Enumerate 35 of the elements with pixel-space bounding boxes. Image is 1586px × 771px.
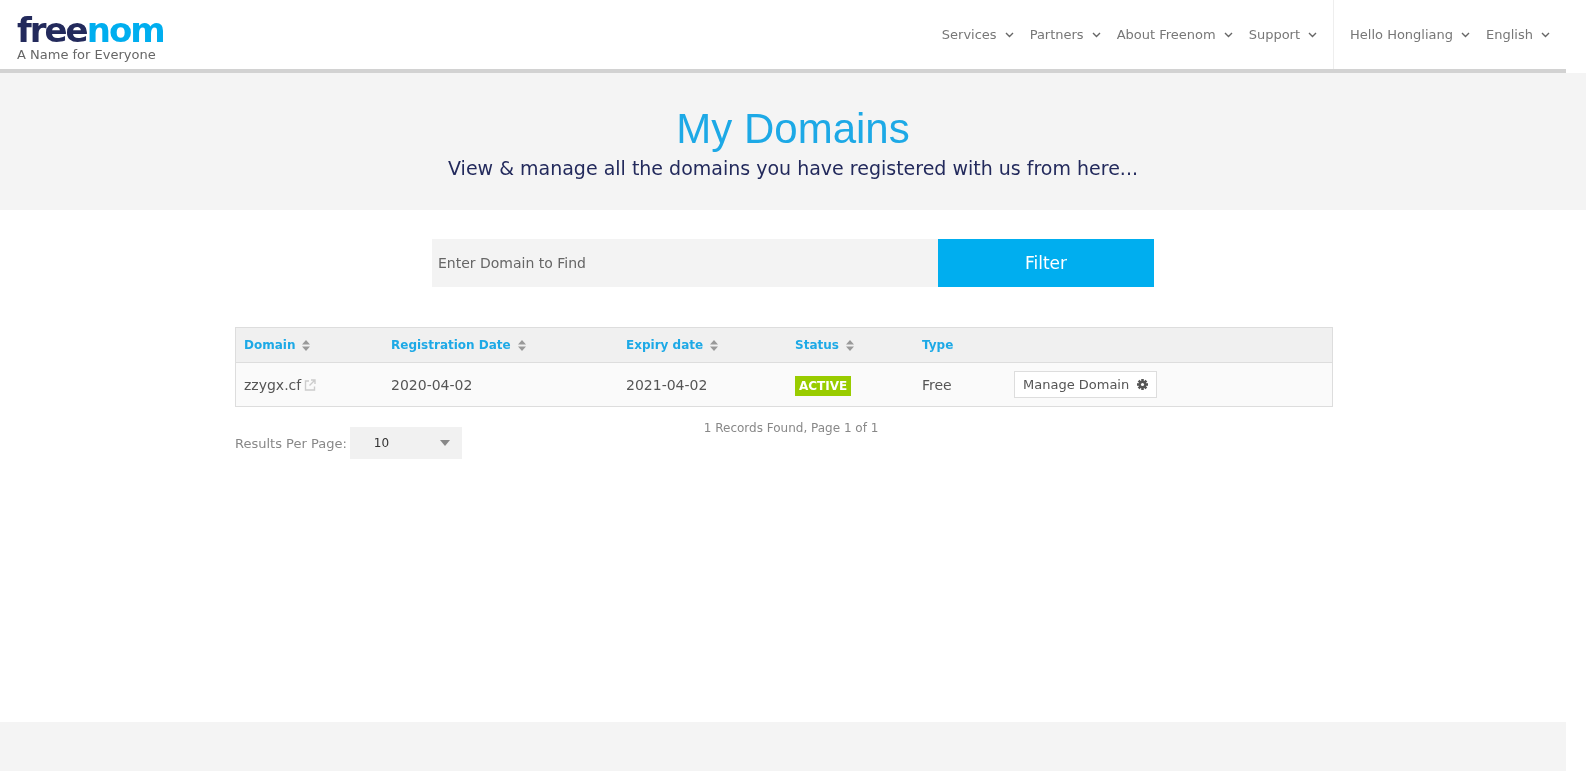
chevron-down-icon	[1541, 31, 1550, 38]
sort-icon[interactable]	[302, 339, 311, 351]
sort-icon[interactable]	[517, 339, 526, 351]
domain-search-field[interactable]: Enter Domain to Find	[432, 239, 938, 287]
logo[interactable]: freenom	[17, 15, 164, 45]
user-menu-item[interactable]: Hello Hongliang	[1350, 27, 1471, 42]
settings-icon	[1137, 379, 1149, 390]
results-per-page-label: Results Per Page:	[235, 435, 347, 451]
chevron-down-icon	[1004, 31, 1014, 38]
filter-button[interactable]: Filter	[938, 239, 1154, 287]
tagline: A Name for Everyone	[17, 47, 156, 62]
external-link-icon[interactable]	[304, 378, 317, 391]
domain-name: zzygx.cf	[244, 376, 302, 393]
table-cell: Free	[914, 362, 1006, 407]
chevron-down-icon	[1223, 31, 1233, 38]
nav-menu-item[interactable]: Partners	[1029, 27, 1101, 42]
dropdown-arrow-icon	[439, 440, 450, 446]
table-cell: 2020-04-02	[383, 362, 618, 407]
records-summary: 1 Records Found, Page 1 of 1	[703, 421, 879, 435]
user-menu-item[interactable]: English	[1486, 27, 1550, 42]
table-cell: 2021-04-02	[618, 362, 787, 407]
sort-icon[interactable]	[845, 339, 854, 351]
column-header: Type	[922, 338, 954, 352]
nav-menu-item[interactable]: Support	[1248, 27, 1318, 42]
page-title: My Domains	[676, 104, 910, 153]
chevron-down-icon	[1308, 31, 1318, 38]
nav-menu-item[interactable]: About Freenom	[1116, 27, 1233, 42]
nav-menu-item[interactable]: Services	[941, 27, 1014, 42]
page-subtitle: View & manage all the domains you have registered with us from here...	[448, 156, 1138, 179]
sort-icon[interactable]	[710, 339, 719, 351]
status-badge: ACTIVE	[795, 375, 852, 396]
chevron-down-icon	[1091, 31, 1101, 38]
manage-domain-button[interactable]: Manage Domain	[1014, 371, 1158, 398]
chevron-down-icon	[1461, 31, 1471, 38]
results-per-page-select[interactable]: 10	[349, 427, 462, 459]
